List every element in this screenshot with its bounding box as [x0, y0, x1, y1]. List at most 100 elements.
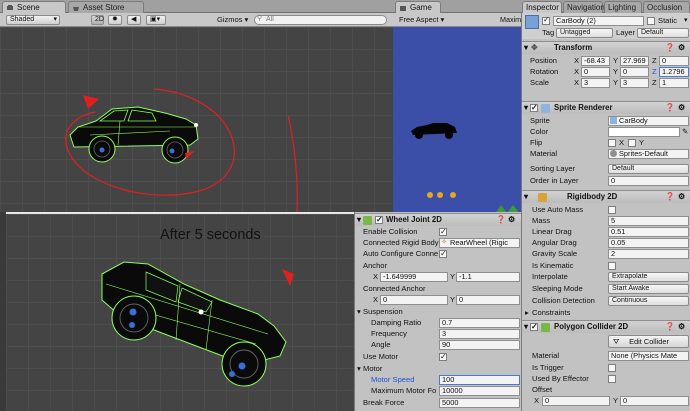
layer-dropdown[interactable]: Default [637, 28, 689, 38]
tab-asset-store[interactable]: Asset Store [68, 1, 144, 13]
motor-foldout[interactable]: ▾ Motor [355, 363, 521, 374]
offset-x-field[interactable]: 0 [542, 395, 610, 406]
use-motor-checkbox[interactable] [439, 351, 447, 362]
is-kinematic-checkbox[interactable] [608, 261, 616, 270]
car-silhouette-game [411, 123, 457, 139]
tab-inspector[interactable]: Inspector [522, 1, 562, 13]
max-torque-row: Maximum Motor Fo 10000 [355, 385, 521, 396]
static-checkbox[interactable] [647, 17, 655, 25]
connected-body-field[interactable]: ✧ RearWheel (Rigic [439, 237, 520, 248]
effects-dropdown[interactable]: ▣▾ [146, 15, 166, 25]
maximize-on-play-toggle[interactable]: Maxim [500, 14, 521, 26]
foldout-arrow-icon[interactable]: ▾ [357, 214, 361, 226]
car-sprite-top [69, 106, 199, 164]
anchor-x-field[interactable]: -1.649999 [380, 271, 448, 282]
help-icon[interactable]: ❓ [665, 321, 675, 333]
help-icon[interactable]: ❓ [496, 214, 506, 226]
angular-drag-field[interactable]: 0.05 [608, 237, 689, 248]
game-tab-bar: Game [393, 0, 521, 13]
sprite-renderer-header[interactable]: ▾ Sprite Renderer ❓ ⚙ [522, 101, 690, 114]
foldout-arrow-icon: ▾ [357, 307, 361, 316]
gear-icon[interactable]: ⚙ [508, 214, 515, 226]
max-torque-field[interactable]: 10000 [439, 385, 520, 396]
gear-icon[interactable]: ⚙ [678, 42, 685, 54]
order-in-layer-row: Order in Layer 0 [522, 175, 690, 186]
tab-lighting[interactable]: Lighting [604, 1, 642, 13]
tab-scene[interactable]: Scene [2, 1, 66, 13]
interpolate-dropdown[interactable]: Extrapolate [608, 271, 689, 282]
collision-detection-dropdown[interactable]: Continuous [608, 295, 689, 306]
gear-icon[interactable]: ⚙ [678, 191, 685, 203]
transform-header[interactable]: ▾ ✥ Transform ❓ ⚙ [522, 41, 690, 54]
position-y-field[interactable]: 27.969 [620, 55, 649, 66]
help-icon[interactable]: ❓ [665, 102, 675, 114]
edit-collider-button[interactable]: ⛛ Edit Collider [608, 335, 689, 348]
2d-mode-toggle[interactable]: 2D [91, 15, 104, 25]
break-force-field[interactable]: 5000 [439, 397, 520, 408]
scale-z-field[interactable]: 1 [659, 77, 689, 88]
scale-x-field[interactable]: 3 [581, 77, 610, 88]
audio-toggle[interactable]: ◀ [127, 15, 141, 25]
connected-anchor-x-field[interactable]: 0 [380, 294, 448, 305]
object-active-checkbox[interactable] [542, 15, 550, 25]
angle-field[interactable]: 90 [439, 339, 520, 350]
scene-view-top[interactable] [0, 27, 393, 212]
flip-y-checkbox[interactable] [628, 138, 636, 147]
scene-view-bottom[interactable]: After 5 seconds [6, 212, 354, 411]
color-swatch[interactable] [608, 126, 680, 137]
polygon-collider-header[interactable]: ▾ Polygon Collider 2D ❓ ⚙ [522, 320, 690, 333]
constraints-foldout[interactable]: ▸ Constraints [522, 307, 690, 318]
offset-y-field[interactable]: 0 [620, 395, 689, 406]
sleeping-mode-dropdown[interactable]: Start Awake [608, 283, 689, 294]
scene-search-input[interactable]: ⚲ All [254, 15, 387, 25]
wheel-joint-enabled-checkbox[interactable] [375, 214, 383, 226]
collider-material-field[interactable]: None (Physics Mate [608, 350, 689, 361]
scale-y-field[interactable]: 3 [620, 77, 649, 88]
sorting-layer-dropdown[interactable]: Default [608, 163, 689, 174]
motor-speed-field[interactable]: 100 [439, 374, 520, 385]
sprite-renderer-enabled-checkbox[interactable] [530, 102, 538, 114]
polygon-collider-enabled-checkbox[interactable] [530, 321, 538, 333]
auto-configure-checkbox[interactable] [439, 248, 447, 259]
linear-drag-field[interactable]: 0.51 [608, 226, 689, 237]
rotation-y-field[interactable]: 0 [620, 66, 649, 77]
anchor-y-field[interactable]: -1.1 [456, 271, 520, 282]
help-icon[interactable]: ❓ [665, 191, 675, 203]
order-in-layer-field[interactable]: 0 [608, 175, 689, 186]
tab-game[interactable]: Game [395, 1, 441, 13]
position-z-field[interactable]: 0 [659, 55, 689, 66]
shading-mode-dropdown[interactable]: Shaded ▾ [6, 15, 60, 25]
tab-occlusion[interactable]: Occlusion [643, 1, 690, 13]
connected-anchor-y-field[interactable]: 0 [456, 294, 520, 305]
gear-icon[interactable]: ⚙ [678, 102, 685, 114]
rigidbody-header[interactable]: ▾ Rigidbody 2D ❓ ⚙ [522, 190, 690, 203]
static-dropdown-icon[interactable]: ▾ [684, 16, 688, 26]
tab-navigation[interactable]: Navigation [563, 1, 605, 13]
suspension-foldout[interactable]: ▾ Suspension [355, 306, 521, 317]
rotation-x-field[interactable]: 0 [581, 66, 610, 77]
wheel-joint-header[interactable]: ▾ Wheel Joint 2D ❓ ⚙ [355, 213, 521, 226]
damping-field[interactable]: 0.7 [439, 317, 520, 328]
rotation-z-field[interactable]: 1.2796 [659, 66, 689, 77]
frequency-field[interactable]: 3 [439, 328, 520, 339]
car-sprite-bottom [101, 261, 287, 387]
is-trigger-checkbox[interactable] [608, 363, 616, 372]
scene-strip-left [0, 212, 6, 411]
eyedropper-icon[interactable]: ✎ [682, 126, 688, 137]
gizmos-dropdown[interactable]: Gizmos ▾ [217, 14, 248, 26]
object-name-field[interactable]: CarBody (2) [553, 16, 644, 26]
help-icon[interactable]: ❓ [665, 42, 675, 54]
position-x-field[interactable]: -68.43 [581, 55, 610, 66]
sprite-field[interactable]: CarBody [608, 115, 689, 126]
flip-x-checkbox[interactable] [608, 138, 616, 147]
aspect-dropdown[interactable]: Free Aspect ▾ [399, 14, 444, 26]
tag-dropdown[interactable]: Untagged [556, 28, 613, 38]
gravity-scale-field[interactable]: 2 [608, 248, 689, 259]
enable-collision-checkbox[interactable] [439, 226, 447, 237]
lighting-toggle[interactable]: ✹ [108, 15, 122, 25]
use-auto-mass-checkbox[interactable] [608, 205, 616, 214]
gear-icon[interactable]: ⚙ [678, 321, 685, 333]
used-by-effector-checkbox[interactable] [608, 374, 616, 383]
mass-field[interactable]: 5 [608, 215, 689, 226]
material-field[interactable]: Sprites-Default [608, 148, 689, 159]
